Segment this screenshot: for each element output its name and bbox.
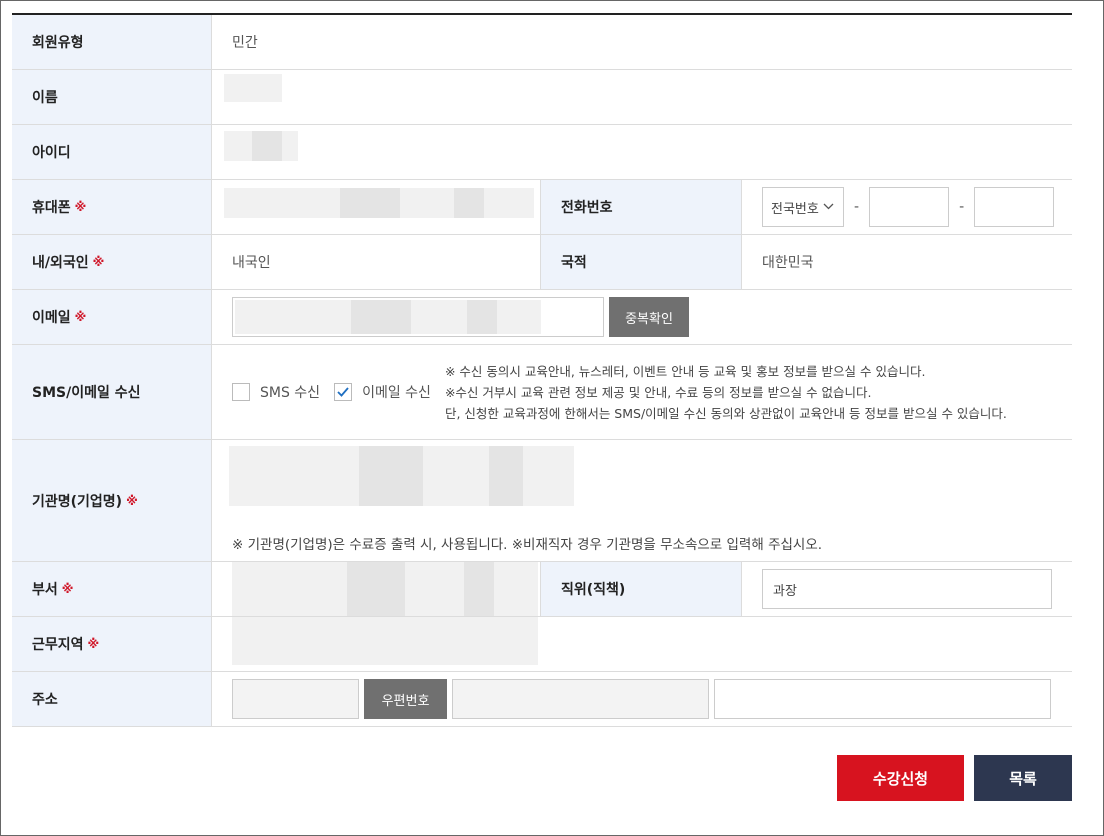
list-button[interactable]: 목록 xyxy=(974,755,1072,801)
row-address: 주소 우편번호 xyxy=(12,672,1072,727)
position-field: 과장 xyxy=(742,562,1072,616)
sms-option-label[interactable]: SMS 수신 xyxy=(260,382,320,402)
email-option-label[interactable]: 이메일 수신 xyxy=(362,382,431,402)
row-email: 이메일 ※ 중복확인 xyxy=(12,290,1072,345)
label-phone: 전화번호 xyxy=(540,180,742,234)
email-input[interactable] xyxy=(232,297,604,337)
label-nationality-type: 내/외국인 ※ xyxy=(12,235,212,289)
notice-line: 단, 신청한 교육과정에 한해서는 SMS/이메일 수신 동의와 상관없이 교육… xyxy=(444,405,1007,421)
member-type-value: 민간 xyxy=(232,35,258,51)
postcode-input[interactable] xyxy=(232,679,359,719)
required-mark: ※ xyxy=(61,582,74,596)
row-mobile-phone: 휴대폰 ※ 전화번호 전국번호 - - xyxy=(12,180,1072,235)
phone-separator: - xyxy=(854,199,860,215)
row-user-id: 아이디 xyxy=(12,125,1072,180)
email-checkbox[interactable] xyxy=(334,383,353,401)
label-sms-email: SMS/이메일 수신 xyxy=(12,345,212,439)
label-nationality-type-text: 내/외국인 xyxy=(32,255,89,271)
notice-line: ※ 수신 동의시 교육안내, 뉴스레터, 이벤트 안내 등 교육 및 홍보 정보… xyxy=(444,363,926,379)
position-input[interactable]: 과장 xyxy=(762,569,1052,609)
sms-checkbox[interactable] xyxy=(232,383,250,401)
label-member-type: 회원유형 xyxy=(12,15,212,69)
row-name: 이름 xyxy=(12,70,1072,125)
redacted-work-region xyxy=(232,617,538,665)
row-member-type: 회원유형 민간 xyxy=(12,15,1072,70)
phone-area-select[interactable]: 전국번호 xyxy=(762,187,844,227)
user-id-value xyxy=(212,125,1072,179)
check-icon xyxy=(337,387,349,397)
redacted-name xyxy=(224,74,282,102)
label-organization: 기관명(기업명) ※ xyxy=(12,440,212,561)
required-mark: ※ xyxy=(126,493,138,508)
required-mark: ※ xyxy=(92,255,105,269)
phone-separator: - xyxy=(959,199,965,215)
email-input-group: 중복확인 xyxy=(212,290,1072,344)
work-region-field[interactable] xyxy=(212,617,1072,671)
required-mark: ※ xyxy=(74,200,87,214)
label-department: 부서 ※ xyxy=(12,562,212,616)
label-email: 이메일 ※ xyxy=(12,290,212,344)
label-nationality: 국적 xyxy=(540,235,742,289)
organization-notice: ※ 기관명(기업명)은 수료증 출력 시, 사용됩니다. ※비재직자 경우 기관… xyxy=(232,537,823,553)
address-main-input[interactable] xyxy=(452,679,709,719)
phone-input-group: 전국번호 - - xyxy=(742,180,1072,234)
label-mobile-text: 휴대폰 xyxy=(32,200,71,216)
email-duplicate-check-button[interactable]: 중복확인 xyxy=(609,297,689,337)
label-department-text: 부서 xyxy=(32,582,58,598)
label-mobile: 휴대폰 ※ xyxy=(12,180,212,234)
postcode-search-button[interactable]: 우편번호 xyxy=(364,679,447,719)
address-field-group: 우편번호 xyxy=(212,672,1072,726)
label-name: 이름 xyxy=(12,70,212,124)
nationality-type-value: 내국인 xyxy=(232,255,271,271)
label-user-id: 아이디 xyxy=(12,125,212,179)
phone-area-select-value: 전국번호 xyxy=(771,201,819,217)
row-work-region: 근무지역 ※ xyxy=(12,617,1072,672)
name-value xyxy=(212,70,1072,124)
label-email-text: 이메일 xyxy=(32,310,71,326)
address-detail-input[interactable] xyxy=(714,679,1051,719)
row-sms-email: SMS/이메일 수신 SMS 수신 이메일 수신 ※ 수신 동의시 교육안내, … xyxy=(12,345,1072,440)
phone-middle-input[interactable] xyxy=(869,187,950,227)
label-work-region-text: 근무지역 xyxy=(32,637,84,653)
member-form: 회원유형 민간 이름 아이디 휴대폰 ※ 전화번호 전국번호 - - 내/외국인… xyxy=(12,13,1072,727)
row-organization: 기관명(기업명) ※ ※ 기관명(기업명)은 수료증 출력 시, 사용됩니다. … xyxy=(12,440,1072,562)
apply-button[interactable]: 수강신청 xyxy=(837,755,964,801)
nationality-value: 대한민국 xyxy=(762,255,814,271)
mobile-input-group[interactable] xyxy=(212,180,540,234)
department-field[interactable] xyxy=(212,562,540,616)
required-mark: ※ xyxy=(74,310,87,324)
label-position: 직위(직책) xyxy=(540,562,742,616)
sms-email-options: SMS 수신 이메일 수신 ※ 수신 동의시 교육안내, 뉴스레터, 이벤트 안… xyxy=(212,345,1072,439)
label-organization-text: 기관명(기업명) xyxy=(32,493,123,510)
row-nationality: 내/외국인 ※ 내국인 국적 대한민국 xyxy=(12,235,1072,290)
organization-field: ※ 기관명(기업명)은 수료증 출력 시, 사용됩니다. ※비재직자 경우 기관… xyxy=(212,440,1072,561)
label-address: 주소 xyxy=(12,672,212,726)
chevron-down-icon xyxy=(823,202,834,213)
label-work-region: 근무지역 ※ xyxy=(12,617,212,671)
row-department-position: 부서 ※ 직위(직책) 과장 xyxy=(12,562,1072,617)
phone-last-input[interactable] xyxy=(974,187,1055,227)
sms-email-notice: ※ 수신 동의시 교육안내, 뉴스레터, 이벤트 안내 등 교육 및 홍보 정보… xyxy=(445,361,1007,424)
required-mark: ※ xyxy=(87,637,100,651)
notice-line: ※수신 거부시 교육 관련 정보 제공 및 안내, 수료 등의 정보를 받으실 … xyxy=(444,384,872,400)
